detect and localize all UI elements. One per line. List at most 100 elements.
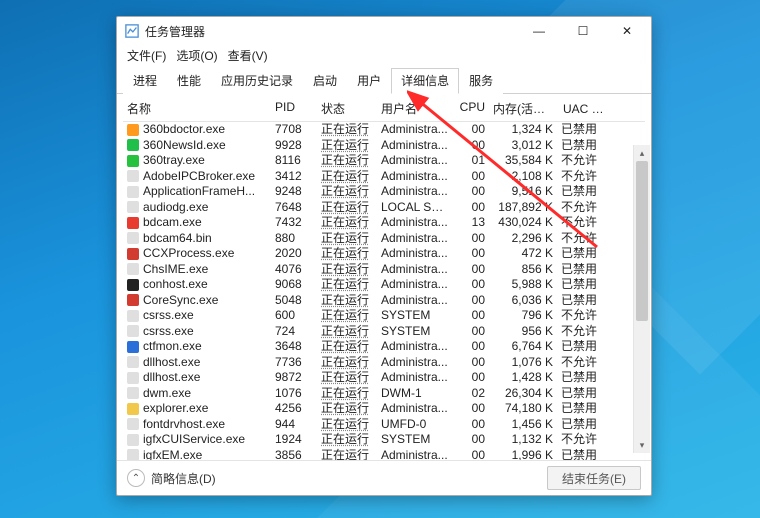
process-name: igfxEM.exe [143,448,202,461]
minimize-button[interactable]: — [517,17,561,45]
cell-cpu: 00 [453,246,489,262]
table-row[interactable]: igfxCUIService.exe1924正在运行SYSTEM001,132 … [123,432,645,448]
process-name: igfxCUIService.exe [143,432,245,448]
cell-cpu: 00 [453,448,489,461]
tab-0[interactable]: 进程 [123,68,167,94]
cell-status: 正在运行 [317,370,377,386]
table-row[interactable]: 360bdoctor.exe7708正在运行Administra...001,3… [123,122,645,138]
col-cpu[interactable]: CPU [453,98,489,119]
process-icon [127,310,139,322]
process-icon [127,418,139,430]
cell-cpu: 00 [453,293,489,309]
table-row[interactable]: csrss.exe600正在运行SYSTEM00796 K不允许 [123,308,645,324]
tab-1[interactable]: 性能 [167,68,211,94]
cell-uac: 已禁用 [557,246,609,262]
cell-user: Administra... [377,122,453,138]
cell-user: Administra... [377,138,453,154]
table-row[interactable]: csrss.exe724正在运行SYSTEM00956 K不允许 [123,324,645,340]
tab-6[interactable]: 服务 [459,68,503,94]
table-row[interactable]: 360tray.exe8116正在运行Administra...0135,584… [123,153,645,169]
cell-mem: 1,132 K [489,432,557,448]
table-row[interactable]: dwm.exe1076正在运行DWM-10226,304 K已禁用 [123,386,645,402]
cell-mem: 472 K [489,246,557,262]
maximize-button[interactable]: ☐ [561,17,605,45]
menu-view[interactable]: 查看(V) [224,46,272,65]
cell-status: 正在运行 [317,432,377,448]
titlebar[interactable]: 任务管理器 — ☐ ✕ [117,17,651,45]
table-row[interactable]: audiodg.exe7648正在运行LOCAL SER...00187,892… [123,200,645,216]
process-icon [127,325,139,337]
cell-mem: 1,996 K [489,448,557,461]
cell-pid: 2020 [271,246,317,262]
cell-cpu: 00 [453,200,489,216]
cell-mem: 6,764 K [489,339,557,355]
cell-pid: 3648 [271,339,317,355]
cell-pid: 880 [271,231,317,247]
table-row[interactable]: 360NewsId.exe9928正在运行Administra...003,01… [123,138,645,154]
table-row[interactable]: CCXProcess.exe2020正在运行Administra...00472… [123,246,645,262]
process-icon [127,356,139,368]
cell-status: 正在运行 [317,122,377,138]
process-name: 360bdoctor.exe [143,122,225,138]
menu-bar: 文件(F) 选项(O) 查看(V) [117,45,651,67]
cell-uac: 已禁用 [557,293,609,309]
table-row[interactable]: CoreSync.exe5048正在运行Administra...006,036… [123,293,645,309]
fewer-details-button[interactable]: ⌃ 简略信息(D) [127,469,216,487]
tab-5[interactable]: 详细信息 [391,68,459,94]
col-user[interactable]: 用户名 [377,98,453,119]
col-mem[interactable]: 内存(活动的... [489,98,557,119]
process-name: dwm.exe [143,386,191,402]
col-pid[interactable]: PID [271,98,317,119]
table-row[interactable]: ctfmon.exe3648正在运行Administra...006,764 K… [123,339,645,355]
scroll-down-icon[interactable]: ▾ [634,437,650,453]
process-icon [127,449,139,460]
tab-4[interactable]: 用户 [347,68,391,94]
tab-2[interactable]: 应用历史记录 [211,68,303,94]
table-row[interactable]: bdcam.exe7432正在运行Administra...13430,024 … [123,215,645,231]
table-row[interactable]: ChsIME.exe4076正在运行Administra...00856 K已禁… [123,262,645,278]
cell-pid: 4076 [271,262,317,278]
cell-mem: 9,516 K [489,184,557,200]
table-row[interactable]: bdcam64.bin880正在运行Administra...002,296 K… [123,231,645,247]
process-list[interactable]: 360bdoctor.exe7708正在运行Administra...001,3… [123,122,645,460]
cell-mem: 1,324 K [489,122,557,138]
close-button[interactable]: ✕ [605,17,649,45]
cell-cpu: 00 [453,138,489,154]
table-row[interactable]: AdobeIPCBroker.exe3412正在运行Administra...0… [123,169,645,185]
menu-file[interactable]: 文件(F) [123,46,170,65]
cell-cpu: 00 [453,184,489,200]
cell-mem: 430,024 K [489,215,557,231]
scroll-up-icon[interactable]: ▴ [634,145,650,161]
cell-status: 正在运行 [317,401,377,417]
col-name[interactable]: 名称 [123,98,271,119]
process-icon [127,201,139,213]
end-task-button[interactable]: 结束任务(E) [547,466,641,490]
table-row[interactable]: ApplicationFrameH...9248正在运行Administra..… [123,184,645,200]
cell-cpu: 00 [453,401,489,417]
cell-pid: 944 [271,417,317,433]
process-name: bdcam64.bin [143,231,212,247]
cell-uac: 已禁用 [557,417,609,433]
vertical-scrollbar[interactable]: ▴ ▾ [633,145,650,453]
cell-mem: 956 K [489,324,557,340]
col-status[interactable]: 状态 [317,98,377,119]
task-manager-icon [125,24,139,38]
cell-status: 正在运行 [317,339,377,355]
cell-cpu: 00 [453,277,489,293]
table-row[interactable]: dllhost.exe7736正在运行Administra...001,076 … [123,355,645,371]
process-name: dllhost.exe [143,370,200,386]
table-row[interactable]: fontdrvhost.exe944正在运行UMFD-0001,456 K已禁用 [123,417,645,433]
cell-status: 正在运行 [317,215,377,231]
table-row[interactable]: dllhost.exe9872正在运行Administra...001,428 … [123,370,645,386]
process-icon [127,186,139,198]
tab-3[interactable]: 启动 [303,68,347,94]
menu-options[interactable]: 选项(O) [172,46,221,65]
col-uac[interactable]: UAC 虚拟化 [557,98,609,119]
table-row[interactable]: conhost.exe9068正在运行Administra...005,988 … [123,277,645,293]
table-row[interactable]: explorer.exe4256正在运行Administra...0074,18… [123,401,645,417]
table-row[interactable]: igfxEM.exe3856正在运行Administra...001,996 K… [123,448,645,461]
scrollbar-thumb[interactable] [636,161,648,321]
process-icon [127,139,139,151]
cell-user: SYSTEM [377,324,453,340]
cell-cpu: 00 [453,417,489,433]
